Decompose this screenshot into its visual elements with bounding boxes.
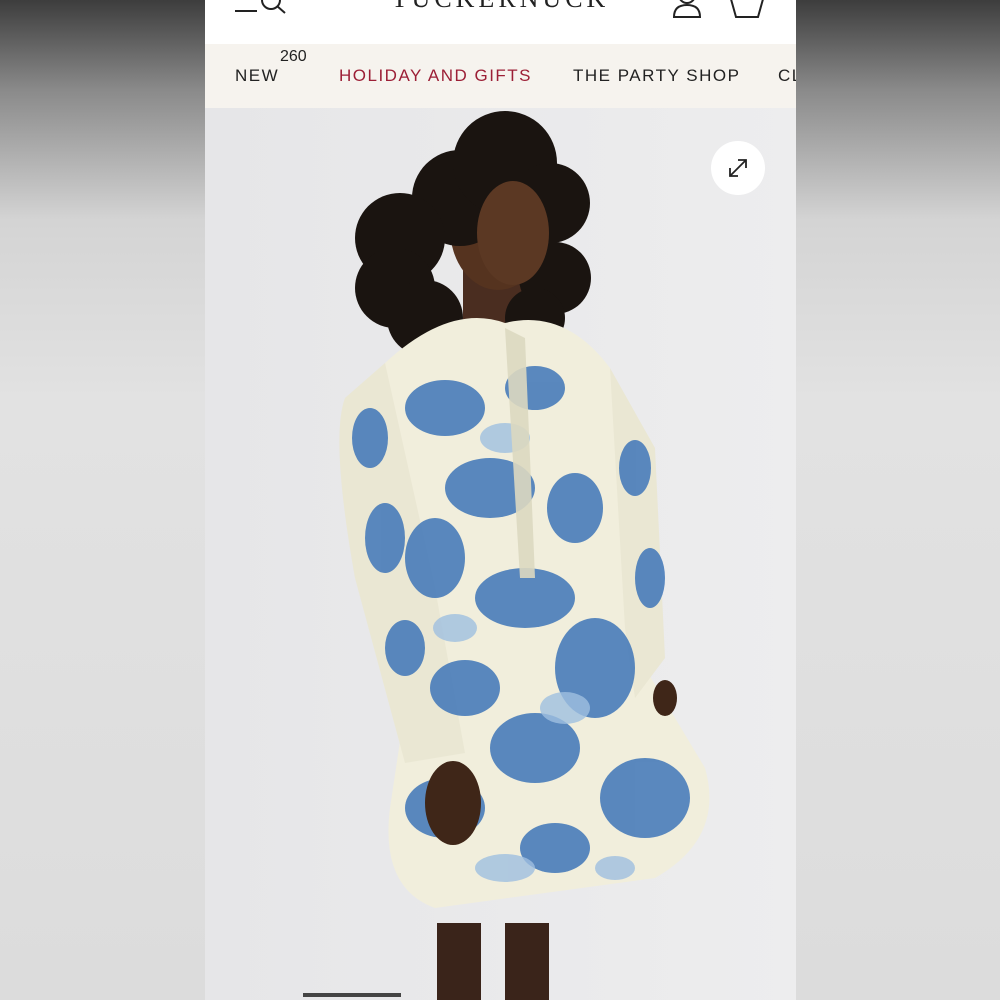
screenshot-canvas: TUCKERNUCK 0 NEW 260 HOLIDAY AND GIFTS T… <box>0 0 1000 1000</box>
account-button[interactable] <box>671 0 703 18</box>
new-count-badge: 260 <box>280 48 307 65</box>
expand-arrows-icon <box>729 159 747 177</box>
cart-count: 0 <box>727 0 767 4</box>
menu-search-button[interactable] <box>235 0 291 14</box>
menu-search-icon <box>235 0 286 14</box>
image-carousel-indicator[interactable] <box>303 993 401 997</box>
site-header: TUCKERNUCK 0 <box>205 0 796 44</box>
nav-item-partial[interactable]: CL <box>778 66 796 86</box>
account-icon <box>672 0 702 18</box>
nav-item-party-shop[interactable]: THE PARTY SHOP <box>573 66 740 86</box>
nav-item-new[interactable]: NEW <box>235 66 279 86</box>
model-in-dress-illustration <box>205 108 796 1000</box>
expand-image-button[interactable] <box>711 141 765 195</box>
nav-item-holiday-and-gifts[interactable]: HOLIDAY AND GIFTS <box>339 66 532 86</box>
site-logo[interactable]: TUCKERNUCK <box>355 0 646 14</box>
cart-button[interactable]: 0 <box>727 0 767 20</box>
product-image[interactable] <box>205 108 796 1000</box>
category-nav: NEW 260 HOLIDAY AND GIFTS THE PARTY SHOP… <box>205 44 796 108</box>
mobile-page: TUCKERNUCK 0 NEW 260 HOLIDAY AND GIFTS T… <box>205 0 796 1000</box>
